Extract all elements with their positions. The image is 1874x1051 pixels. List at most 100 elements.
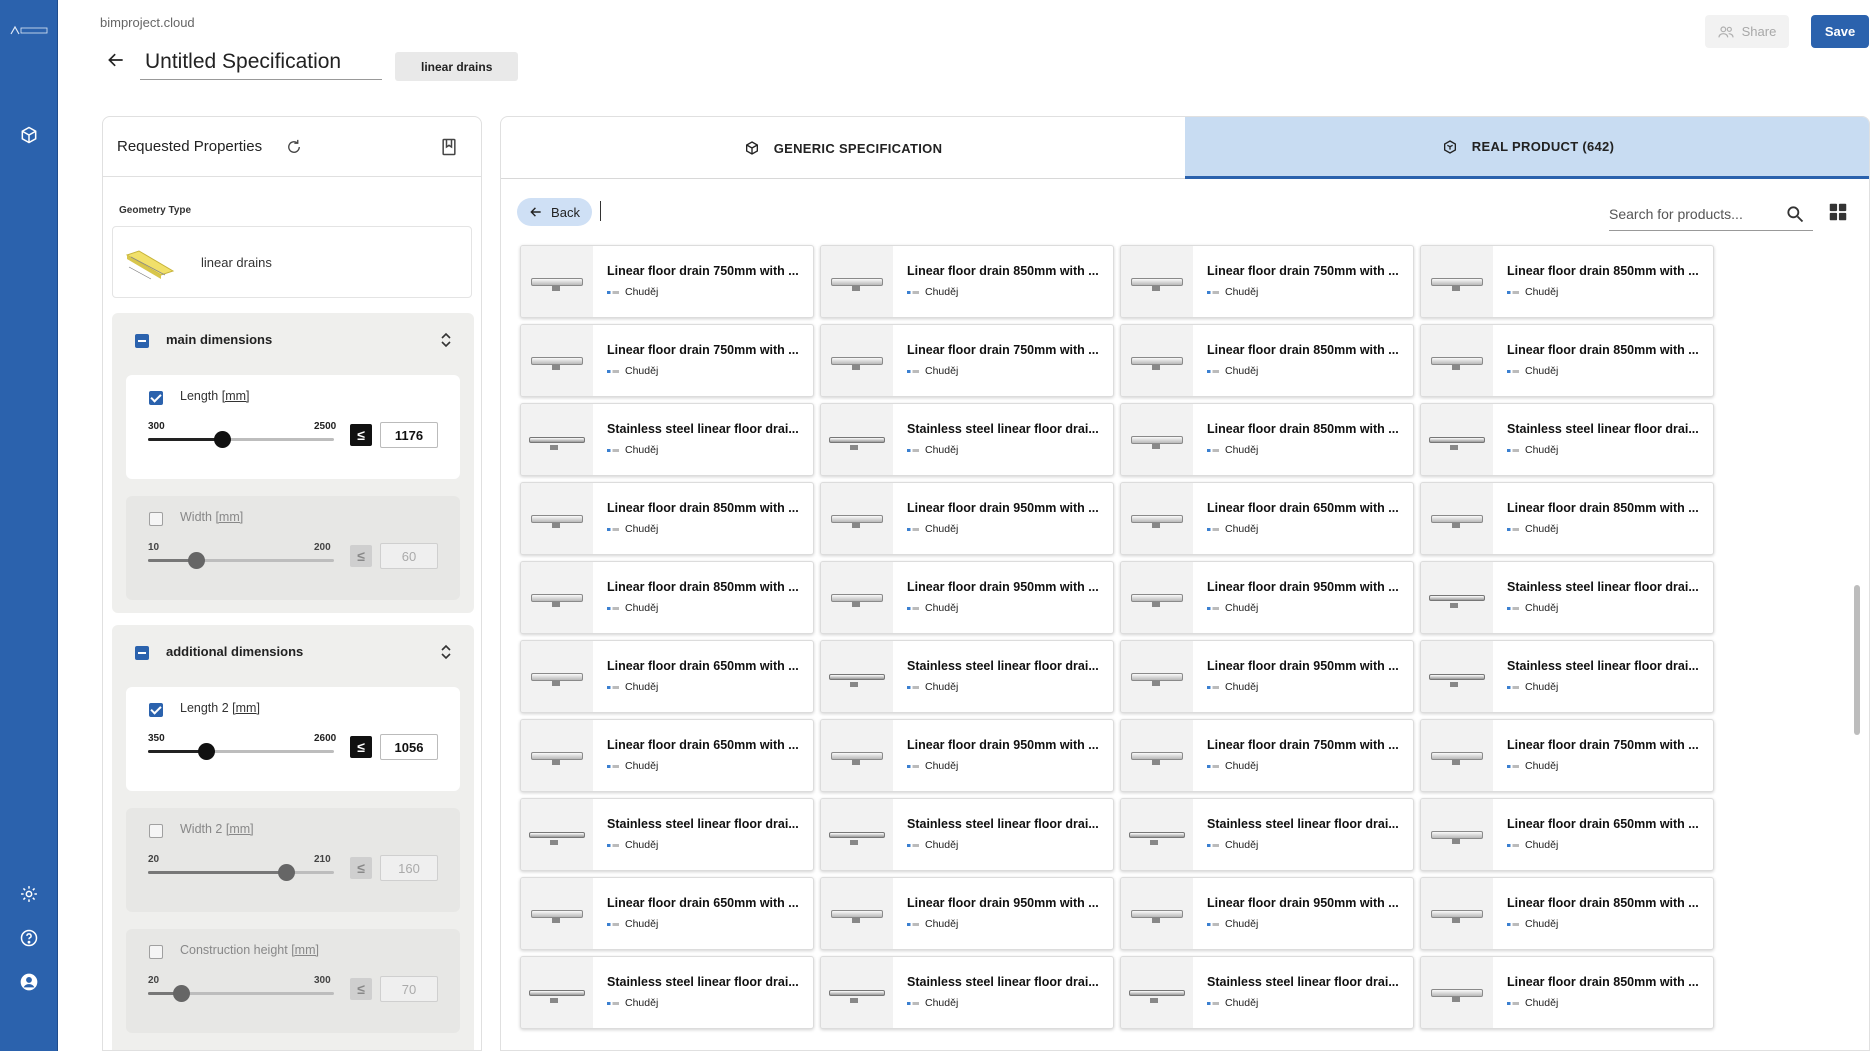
product-brand: Chuděj <box>907 365 958 377</box>
slider-handle[interactable] <box>277 864 295 881</box>
back-button[interactable]: Back <box>517 198 592 226</box>
brand-name: Chuděj <box>1225 523 1259 535</box>
tab-real-product[interactable]: REAL PRODUCT (642) <box>1185 117 1869 179</box>
product-card[interactable]: Linear floor drain 750mm with ... Chuděj <box>520 324 814 397</box>
brand-logo-icon <box>1207 685 1219 689</box>
comparator-button[interactable]: ≤ <box>350 545 372 567</box>
slider-max: 200 <box>314 542 331 553</box>
comparator-button[interactable]: ≤ <box>350 424 372 446</box>
range-slider[interactable] <box>148 743 334 760</box>
value-input[interactable]: 160 <box>380 855 438 881</box>
product-card[interactable]: Linear floor drain 950mm with ... Chuděj <box>820 561 1114 634</box>
comparator-button[interactable]: ≤ <box>350 978 372 1000</box>
range-slider[interactable] <box>148 431 334 448</box>
product-card[interactable]: Linear floor drain 850mm with ... Chuděj <box>520 482 814 555</box>
group-checkbox[interactable] <box>135 646 149 660</box>
slider-handle[interactable] <box>214 431 232 448</box>
product-card[interactable]: Stainless steel linear floor drai... Chud… <box>1420 640 1714 713</box>
reset-icon[interactable] <box>283 136 305 158</box>
geometry-chip[interactable]: linear drains <box>395 52 519 81</box>
slider-handle[interactable] <box>173 985 191 1002</box>
product-card[interactable]: Linear floor drain 650mm with ... Chuděj <box>1120 482 1414 555</box>
grid-view-icon[interactable] <box>1827 201 1849 223</box>
back-arrow-icon[interactable] <box>104 48 128 72</box>
product-card[interactable]: Stainless steel linear floor drai... Chud… <box>520 798 814 871</box>
product-card[interactable]: Stainless steel linear floor drai... Chud… <box>1420 561 1714 634</box>
product-card[interactable]: Linear floor drain 850mm with ... Chuděj <box>1120 403 1414 476</box>
product-card[interactable]: Linear floor drain 650mm with ... Chuděj <box>1420 798 1714 871</box>
product-card[interactable]: Linear floor drain 950mm with ... Chuděj <box>820 877 1114 950</box>
group-header[interactable]: additional dimensions <box>112 625 474 679</box>
product-card[interactable]: Linear floor drain 850mm with ... Chuděj <box>1420 956 1714 1029</box>
product-card[interactable]: Linear floor drain 850mm with ... Chuděj <box>1420 877 1714 950</box>
brand-logo-icon <box>607 448 619 452</box>
product-card[interactable]: Linear floor drain 950mm with ... Chuděj <box>820 482 1114 555</box>
value-input[interactable]: 1176 <box>380 422 438 448</box>
geometry-type-card[interactable]: linear drains <box>112 226 472 298</box>
help-icon[interactable] <box>17 926 41 950</box>
comparator-button[interactable]: ≤ <box>350 736 372 758</box>
product-card[interactable]: Linear floor drain 850mm with ... Chuděj <box>520 561 814 634</box>
value-input[interactable]: 70 <box>380 976 438 1002</box>
group-header[interactable]: main dimensions <box>112 313 474 367</box>
specification-title-input[interactable] <box>140 44 382 80</box>
range-slider[interactable] <box>148 985 334 1002</box>
product-card[interactable]: Stainless steel linear floor drai... Chud… <box>1420 403 1714 476</box>
property-construction-height: Construction height [mm] 20 300 ≤ 70 <box>126 929 460 1033</box>
product-card[interactable]: Linear floor drain 650mm with ... Chuděj <box>520 640 814 713</box>
product-card[interactable]: Linear floor drain 750mm with ... Chuděj <box>1420 719 1714 792</box>
product-thumbnail <box>521 246 593 317</box>
slider-handle[interactable] <box>197 743 215 760</box>
search-icon[interactable] <box>1785 204 1805 224</box>
gear-icon[interactable] <box>17 882 41 906</box>
range-slider[interactable] <box>148 864 334 881</box>
product-card[interactable]: Linear floor drain 750mm with ... Chuděj <box>520 245 814 318</box>
product-card[interactable]: Stainless steel linear floor drai... Chud… <box>820 403 1114 476</box>
cube-icon[interactable] <box>17 123 41 147</box>
product-card[interactable]: Linear floor drain 650mm with ... Chuděj <box>520 877 814 950</box>
product-search-input[interactable]: Search for products... <box>1609 197 1813 231</box>
product-card[interactable]: Linear floor drain 950mm with ... Chuděj <box>1120 877 1414 950</box>
product-card[interactable]: Stainless steel linear floor drai... Chud… <box>820 798 1114 871</box>
product-card[interactable]: Linear floor drain 750mm with ... Chuděj <box>820 324 1114 397</box>
product-card[interactable]: Stainless steel linear floor drai... Chud… <box>1120 956 1414 1029</box>
product-card[interactable]: Linear floor drain 850mm with ... Chuděj <box>1120 324 1414 397</box>
property-checkbox[interactable] <box>149 945 163 959</box>
property-checkbox[interactable] <box>149 703 163 717</box>
range-slider[interactable] <box>148 552 334 569</box>
value-input[interactable]: 1056 <box>380 734 438 760</box>
product-card[interactable]: Stainless steel linear floor drai... Chud… <box>820 640 1114 713</box>
product-card[interactable]: Linear floor drain 950mm with ... Chuděj <box>1120 640 1414 713</box>
product-card[interactable]: Linear floor drain 850mm with ... Chuděj <box>820 245 1114 318</box>
product-card[interactable]: Linear floor drain 750mm with ... Chuděj <box>1120 245 1414 318</box>
slider-handle[interactable] <box>188 552 206 569</box>
save-button[interactable]: Save <box>1811 15 1869 48</box>
group-checkbox[interactable] <box>135 334 149 348</box>
product-card[interactable]: Stainless steel linear floor drai... Chud… <box>820 956 1114 1029</box>
product-card[interactable]: Linear floor drain 950mm with ... Chuděj <box>820 719 1114 792</box>
product-card[interactable]: Linear floor drain 950mm with ... Chuděj <box>1120 561 1414 634</box>
product-card[interactable]: Linear floor drain 850mm with ... Chuděj <box>1420 482 1714 555</box>
tab-generic-specification[interactable]: GENERIC SPECIFICATION <box>501 117 1185 179</box>
product-card[interactable]: Linear floor drain 850mm with ... Chuděj <box>1420 324 1714 397</box>
property-checkbox[interactable] <box>149 824 163 838</box>
property-checkbox[interactable] <box>149 391 163 405</box>
product-card[interactable]: Stainless steel linear floor drai... Chud… <box>1120 798 1414 871</box>
property-checkbox[interactable] <box>149 512 163 526</box>
expand-collapse-icon[interactable] <box>437 330 455 350</box>
product-card[interactable]: Stainless steel linear floor drai... Chud… <box>520 403 814 476</box>
product-card[interactable]: Linear floor drain 750mm with ... Chuděj <box>1120 719 1414 792</box>
share-button[interactable]: Share <box>1705 15 1789 48</box>
product-card[interactable]: Linear floor drain 650mm with ... Chuděj <box>520 719 814 792</box>
account-icon[interactable] <box>17 970 41 994</box>
bookmark-icon[interactable] <box>437 135 461 159</box>
comparator-button[interactable]: ≤ <box>350 857 372 879</box>
brand-name: Chuděj <box>625 681 659 693</box>
scrollbar[interactable] <box>1854 585 1860 735</box>
expand-collapse-icon[interactable] <box>437 642 455 662</box>
product-card[interactable]: Stainless steel linear floor drai... Chud… <box>520 956 814 1029</box>
value-input[interactable]: 60 <box>380 543 438 569</box>
brand-logo-icon <box>1507 369 1519 373</box>
brand-logo[interactable] <box>8 24 50 38</box>
product-card[interactable]: Linear floor drain 850mm with ... Chuděj <box>1420 245 1714 318</box>
